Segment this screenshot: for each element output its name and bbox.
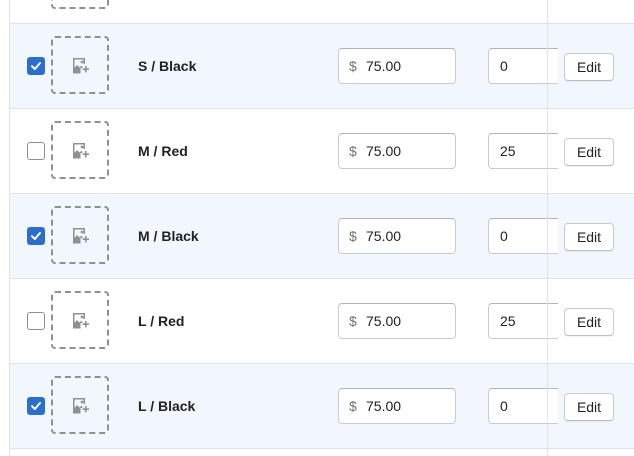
quantity-value: 25 bbox=[500, 143, 516, 159]
row-checkbox[interactable] bbox=[27, 312, 45, 330]
price-value: 75.00 bbox=[366, 143, 402, 159]
table-row[interactable]: M / Red $ 75.00 25 bbox=[10, 109, 634, 194]
variant-title: M / Black bbox=[138, 228, 199, 244]
edit-button[interactable]: Edit bbox=[564, 223, 614, 251]
price-input[interactable]: $ 75.00 bbox=[338, 303, 456, 339]
add-image-icon bbox=[73, 228, 89, 244]
table-row[interactable]: L / Black $ 75.00 0 bbox=[10, 364, 634, 449]
add-image-placeholder[interactable] bbox=[51, 291, 109, 349]
table-row[interactable]: M / Black $ 75.00 0 bbox=[10, 194, 634, 279]
price-value: 75.00 bbox=[366, 313, 402, 329]
variant-title: M / Red bbox=[138, 143, 188, 159]
currency-prefix: $ bbox=[349, 58, 357, 74]
add-image-icon bbox=[73, 58, 89, 74]
add-image-placeholder[interactable] bbox=[51, 0, 109, 9]
row-checkbox[interactable] bbox=[27, 397, 45, 415]
price-value: 75.00 bbox=[366, 398, 402, 414]
add-image-placeholder[interactable] bbox=[51, 376, 109, 434]
variant-title: L / Red bbox=[138, 313, 185, 329]
price-input[interactable]: $ 75.00 bbox=[338, 133, 456, 169]
add-image-placeholder[interactable] bbox=[51, 36, 109, 94]
variant-title: S / Black bbox=[138, 58, 197, 74]
add-image-icon bbox=[73, 143, 89, 159]
add-image-placeholder[interactable] bbox=[51, 121, 109, 179]
checkmark-icon bbox=[31, 402, 41, 410]
currency-prefix: $ bbox=[349, 313, 357, 329]
add-image-icon bbox=[73, 313, 89, 329]
edit-button[interactable]: Edit bbox=[564, 393, 614, 421]
price-input[interactable]: $ 75.00 bbox=[338, 48, 456, 84]
row-checkbox[interactable] bbox=[27, 142, 45, 160]
variant-title: L / Black bbox=[138, 398, 196, 414]
price-input[interactable]: $ 75.00 bbox=[338, 218, 456, 254]
edit-button[interactable]: Edit bbox=[564, 53, 614, 81]
add-image-icon bbox=[73, 398, 89, 414]
quantity-value: 0 bbox=[500, 228, 508, 244]
currency-prefix: $ bbox=[349, 398, 357, 414]
edit-button[interactable]: Edit bbox=[564, 308, 614, 336]
currency-prefix: $ bbox=[349, 228, 357, 244]
quantity-value: 25 bbox=[500, 313, 516, 329]
table-row[interactable] bbox=[10, 0, 634, 24]
checkmark-icon bbox=[31, 232, 41, 240]
edit-button[interactable]: Edit bbox=[564, 138, 614, 166]
variants-table: S / Black $ 75.00 0 M / Red $ 75.00 25 M… bbox=[10, 0, 634, 449]
sticky-column-divider bbox=[547, 0, 548, 456]
table-row[interactable]: S / Black $ 75.00 0 bbox=[10, 24, 634, 109]
checkmark-icon bbox=[31, 62, 41, 70]
quantity-value: 0 bbox=[500, 398, 508, 414]
table-row[interactable]: L / Red $ 75.00 25 bbox=[10, 279, 634, 364]
price-input[interactable]: $ 75.00 bbox=[338, 388, 456, 424]
row-checkbox[interactable] bbox=[27, 227, 45, 245]
add-image-placeholder[interactable] bbox=[51, 206, 109, 264]
price-value: 75.00 bbox=[366, 58, 402, 74]
row-checkbox[interactable] bbox=[27, 57, 45, 75]
currency-prefix: $ bbox=[349, 143, 357, 159]
price-value: 75.00 bbox=[366, 228, 402, 244]
quantity-value: 0 bbox=[500, 58, 508, 74]
